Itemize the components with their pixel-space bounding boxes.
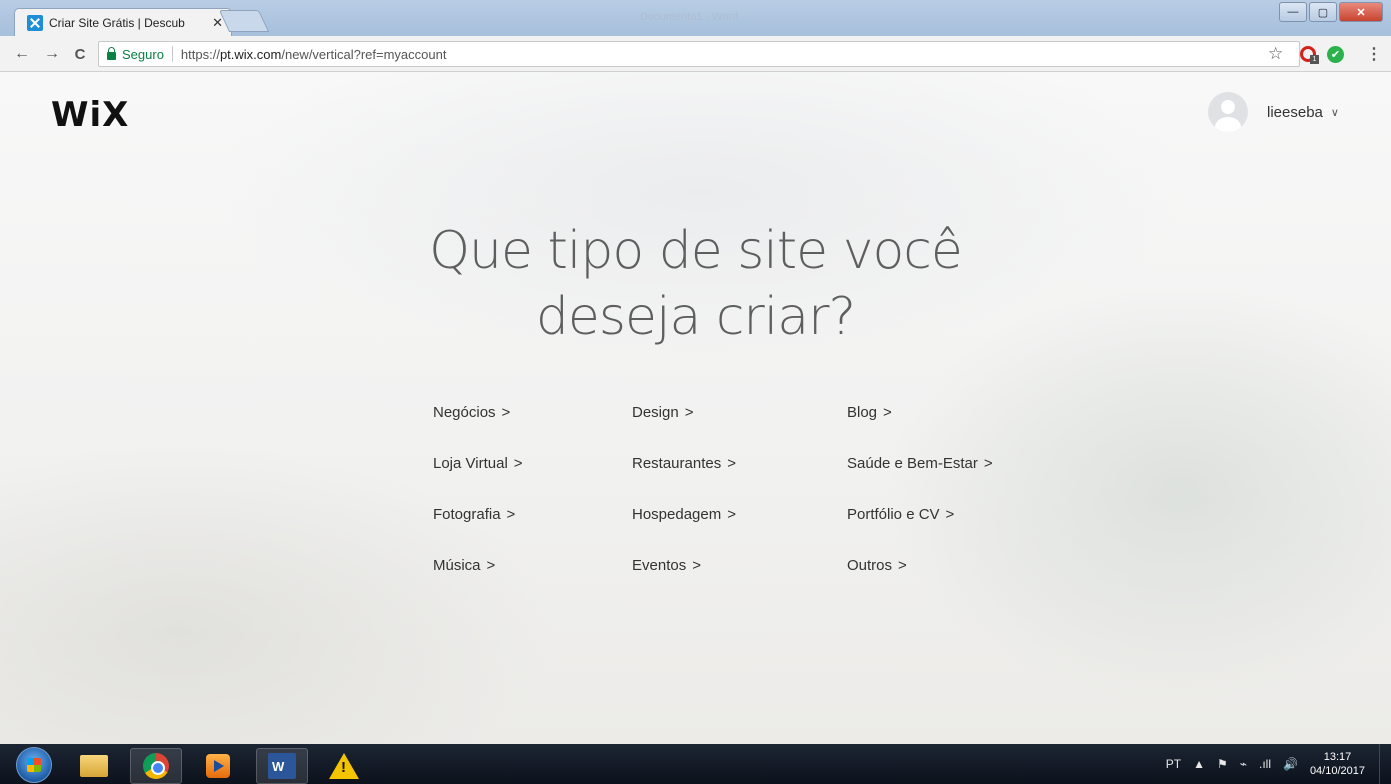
category-link-portfolio-cv[interactable]: Portfólio e CV > — [847, 506, 954, 523]
action-center-flag-icon[interactable]: ⚑ — [1217, 757, 1228, 771]
url-host: pt.wix.com — [219, 46, 282, 62]
headline-line-2: deseja criar? — [535, 287, 856, 347]
window-controls: — ▢ ✕ — [1279, 2, 1383, 22]
category-label: Negócios — [433, 404, 496, 421]
page-headline: Que tipo de site você deseja criar? — [0, 218, 1391, 350]
category-link-restaurantes[interactable]: Restaurantes > — [632, 455, 736, 472]
chevron-right-icon: > — [513, 455, 523, 472]
category-label: Loja Virtual — [433, 455, 508, 472]
category-link-loja-virtual[interactable]: Loja Virtual > — [433, 455, 523, 472]
browser-menu-icon[interactable]: ⋮ — [1366, 44, 1382, 64]
word-taskbar-icon[interactable]: W — [256, 748, 308, 784]
show-desktop-button[interactable] — [1379, 744, 1391, 784]
system-tray: PT ▲ ⚑ ⌁ .ıll 🔊 13:17 04/10/2017 — [1166, 744, 1391, 784]
user-menu[interactable]: lieeseba ∨ — [1208, 92, 1339, 132]
url-scheme: https:// — [180, 46, 220, 62]
browser-titlebar: Criar Site Grátis | Descub ✕ Documento1 … — [0, 0, 1391, 36]
chevron-right-icon: > — [945, 506, 955, 523]
chrome-icon — [143, 753, 169, 779]
forward-arrow-icon[interactable]: → — [42, 44, 62, 64]
category-label: Blog — [847, 404, 878, 421]
clock-date: 04/10/2017 — [1309, 765, 1365, 777]
start-button[interactable] — [16, 747, 52, 783]
tab-title: Criar Site Grátis | Descub — [49, 15, 185, 30]
volume-icon[interactable]: 🔊 — [1283, 757, 1298, 771]
chevron-down-icon[interactable]: ∨ — [1331, 106, 1339, 119]
word-icon: W — [268, 753, 296, 779]
category-label: Música — [433, 557, 481, 574]
language-indicator[interactable]: PT — [1166, 757, 1181, 771]
category-label: Portfólio e CV — [847, 506, 940, 523]
extension-badge: 1 — [1310, 55, 1319, 64]
maximize-button[interactable]: ▢ — [1309, 2, 1337, 22]
chevron-right-icon: > — [898, 557, 907, 574]
category-label: Eventos — [632, 557, 687, 574]
network-signal-icon[interactable]: .ıll — [1259, 757, 1271, 771]
category-link-hospedagem[interactable]: Hospedagem > — [632, 506, 736, 523]
category-link-musica[interactable]: Música > — [433, 557, 495, 574]
chevron-right-icon: > — [983, 455, 993, 472]
omnibox-separator — [171, 46, 173, 62]
warning-taskbar-icon[interactable] — [318, 748, 370, 784]
address-bar[interactable]: Seguro https://pt.wix.com/new/vertical?r… — [98, 41, 1300, 67]
username[interactable]: lieeseba — [1267, 104, 1323, 121]
category-link-eventos[interactable]: Eventos > — [632, 557, 701, 574]
media-player-taskbar-icon[interactable] — [192, 748, 244, 784]
wix-favicon-icon — [27, 14, 43, 31]
chevron-right-icon: > — [883, 404, 892, 421]
windows-taskbar: W PT ▲ ⚑ ⌁ .ıll 🔊 13:17 04/10/2017 — [0, 744, 1391, 784]
chrome-taskbar-icon[interactable] — [130, 748, 182, 784]
category-link-fotografia[interactable]: Fotografia > — [433, 506, 515, 523]
category-label: Fotografia — [433, 506, 501, 523]
browser-toolbar: ← → C Seguro https://pt.wix.com/new/vert… — [0, 36, 1391, 72]
close-window-button[interactable]: ✕ — [1339, 2, 1383, 22]
chevron-right-icon: > — [501, 404, 511, 421]
clock-time: 13:17 — [1323, 751, 1352, 763]
clock[interactable]: 13:17 04/10/2017 — [1310, 750, 1365, 778]
avatar[interactable] — [1208, 92, 1248, 132]
lock-icon — [107, 46, 116, 60]
warning-icon — [329, 753, 359, 779]
url-text: https://pt.wix.com/new/vertical?ref=myac… — [181, 47, 447, 62]
category-label: Restaurantes — [632, 455, 722, 472]
category-label: Outros — [847, 557, 893, 574]
url-path: /new/vertical?ref=myaccount — [281, 46, 447, 62]
reload-icon[interactable]: C — [70, 44, 90, 64]
chevron-right-icon: > — [486, 557, 496, 574]
category-label: Hospedagem — [632, 506, 722, 523]
browser-tab[interactable]: Criar Site Grátis | Descub ✕ — [14, 8, 232, 36]
chevron-right-icon: > — [684, 404, 694, 421]
headline-line-1: Que tipo de site você — [429, 221, 963, 281]
power-icon[interactable]: ⌁ — [1240, 757, 1247, 771]
file-explorer-icon[interactable] — [68, 748, 120, 784]
media-player-icon — [206, 754, 230, 778]
check-extension-icon[interactable]: ✔ — [1327, 46, 1344, 63]
chevron-right-icon: > — [727, 506, 736, 523]
back-arrow-icon[interactable]: ← — [12, 44, 32, 64]
chevron-right-icon: > — [727, 455, 736, 472]
wix-logo[interactable]: WiX — [51, 95, 129, 135]
tray-expand-icon[interactable]: ▲ — [1193, 757, 1205, 771]
category-label: Design — [632, 404, 679, 421]
category-link-blog[interactable]: Blog > — [847, 404, 892, 421]
category-link-negocios[interactable]: Negócios > — [433, 404, 510, 421]
category-link-outros[interactable]: Outros > — [847, 557, 907, 574]
category-link-design[interactable]: Design > — [632, 404, 693, 421]
chevron-right-icon: > — [692, 557, 701, 574]
folder-icon — [80, 755, 108, 777]
bookmark-star-icon[interactable]: ☆ — [1268, 44, 1283, 64]
chevron-right-icon: > — [506, 506, 516, 523]
wix-page: WiX lieeseba ∨ Que tipo de site você des… — [0, 72, 1391, 744]
window-ghost-title: Documento1 - Word — [640, 11, 739, 23]
minimize-button[interactable]: — — [1279, 2, 1307, 22]
category-link-saude-bem-estar[interactable]: Saúde e Bem-Estar > — [847, 455, 993, 472]
category-label: Saúde e Bem-Estar — [847, 455, 978, 472]
secure-label: Seguro — [122, 46, 164, 62]
